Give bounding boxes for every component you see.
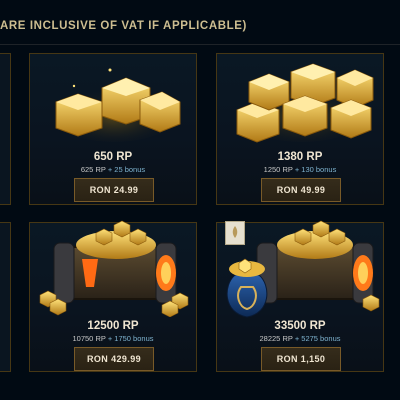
rp-gold-stack-icon xyxy=(232,63,374,143)
bundle-title: 650 RP xyxy=(93,151,133,163)
rp-bundle-card-12500[interactable]: 12500 RP 10750 RP + 1750 bonus RON 429.9… xyxy=(29,220,197,372)
buy-button-33500[interactable]: RON 1,150 xyxy=(261,347,341,371)
buy-button-12500[interactable]: RON 429.99 xyxy=(74,347,154,371)
bundle-base-rp: 625 RP xyxy=(80,165,106,174)
bundle-detail: 28225 RP + 5275 bonus xyxy=(217,334,383,343)
rp-bundle-card-33500[interactable]: 33500 RP 28225 RP + 5275 bonus RON 1,150 xyxy=(216,220,384,372)
rp-treasure-chest-icon xyxy=(39,220,189,317)
partial-card-left-bottom[interactable] xyxy=(0,222,11,372)
bundle-base-rp: 1250 RP xyxy=(263,165,293,174)
bundle-title: 33500 RP xyxy=(274,320,326,332)
rp-bundle-card-1380[interactable]: 1380 RP 1250 RP + 130 bonus RON 49.99 xyxy=(216,53,384,205)
buy-button-650[interactable]: RON 24.99 xyxy=(74,178,154,202)
bundle-bonus: + 25 bonus xyxy=(107,165,146,174)
bundle-bonus: + 130 bonus xyxy=(294,165,337,174)
header-divider xyxy=(0,44,400,45)
bundle-title: 1380 RP xyxy=(277,151,323,163)
vat-notice: ARE INCLUSIVE OF VAT IF APPLICABLE) xyxy=(0,20,247,32)
rp-treasure-bag-icon xyxy=(226,258,268,318)
bundle-detail: 10750 RP + 1750 bonus xyxy=(30,334,196,343)
bundle-bonus: + 5275 bonus xyxy=(294,334,341,343)
rp-gold-stack-icon xyxy=(48,68,181,142)
buy-button-1380[interactable]: RON 49.99 xyxy=(261,178,341,202)
rp-bundle-card-650[interactable]: 650 RP 625 RP + 25 bonus RON 24.99 xyxy=(29,53,197,205)
bundle-detail: 1250 RP + 130 bonus xyxy=(217,165,383,174)
partial-card-left-top[interactable] xyxy=(0,53,11,205)
best-value-badge-icon xyxy=(225,221,245,245)
bundle-detail: 625 RP + 25 bonus xyxy=(30,165,196,174)
bundle-base-rp: 10750 RP xyxy=(72,334,106,343)
bundle-title: 12500 RP xyxy=(87,320,139,332)
bundle-bonus: + 1750 bonus xyxy=(107,334,154,343)
bundle-base-rp: 28225 RP xyxy=(259,334,293,343)
